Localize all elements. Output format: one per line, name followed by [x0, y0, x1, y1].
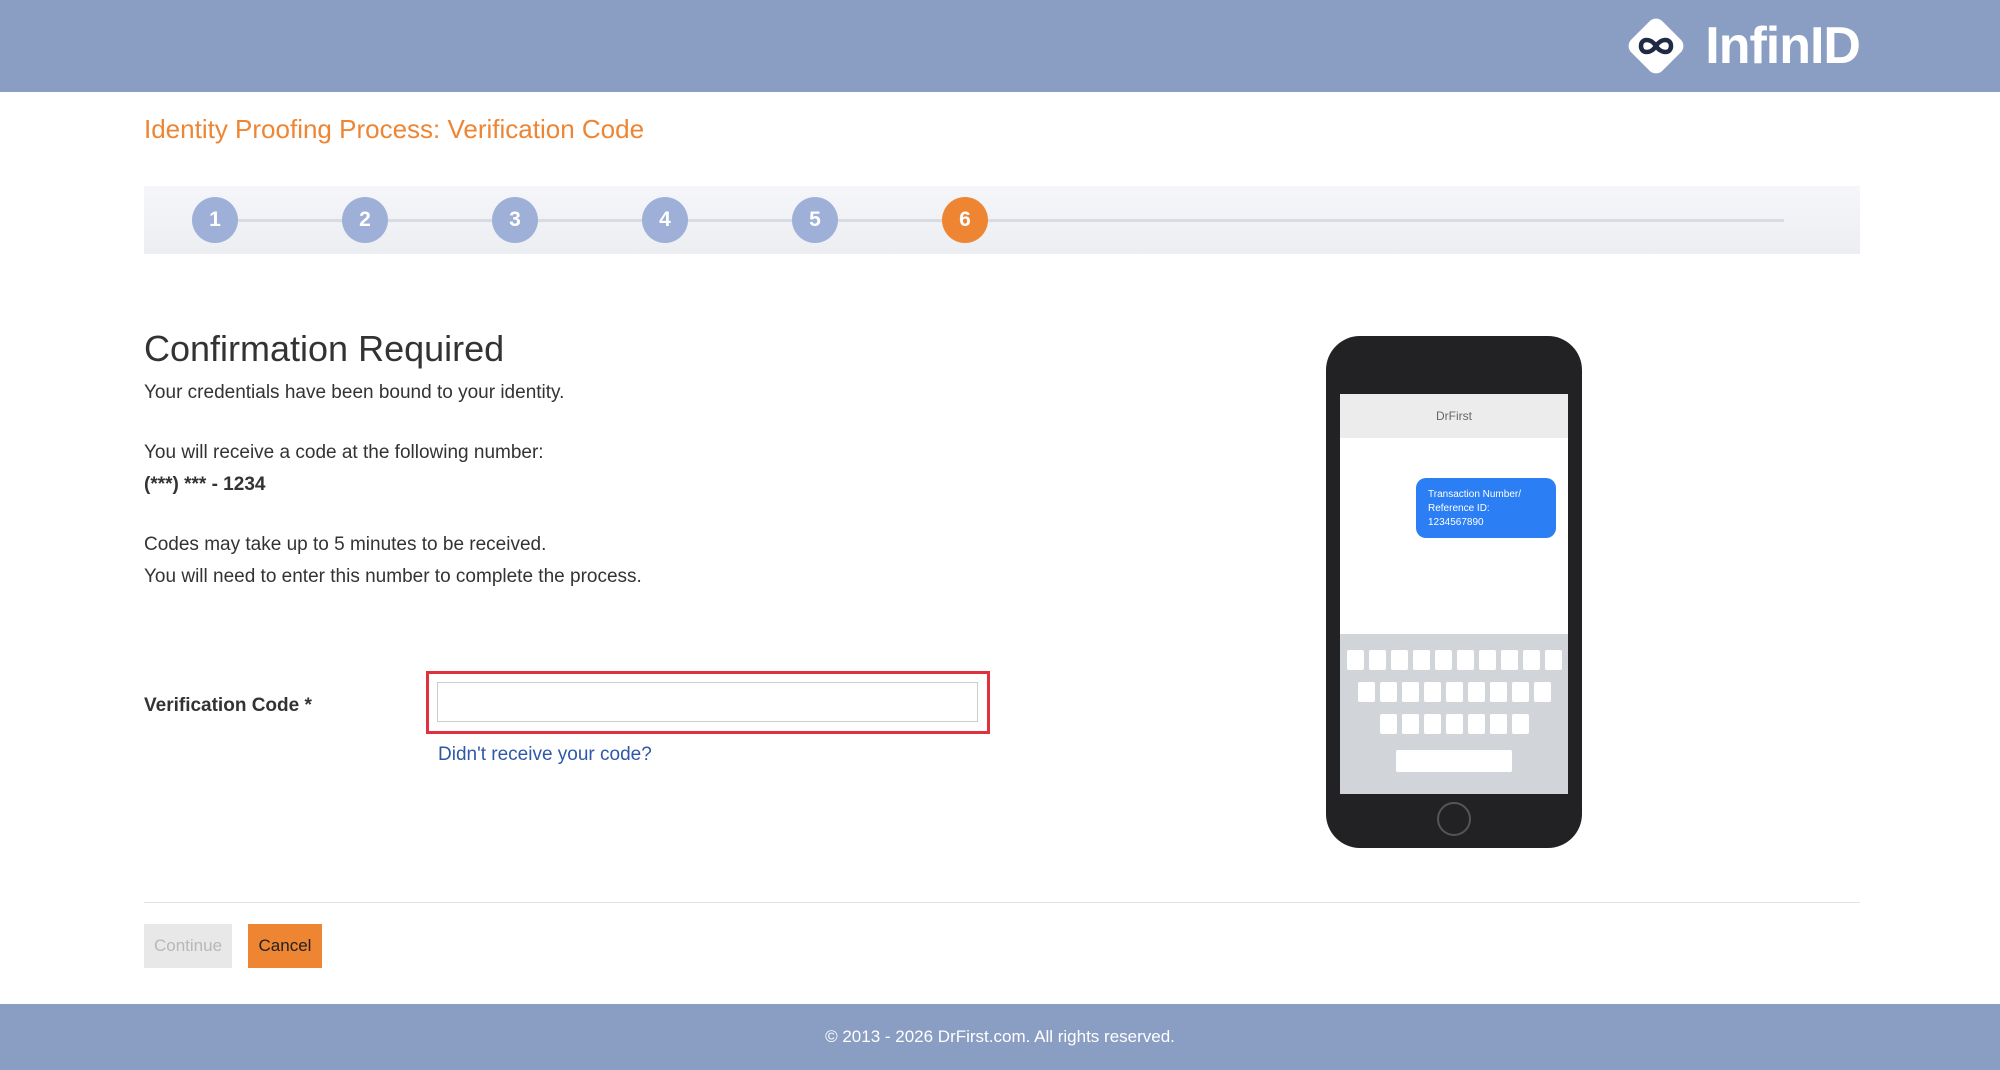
progress-stepper: 1 2 3 4 5 6	[144, 186, 1860, 254]
step-5: 5	[792, 197, 838, 243]
stepper-track	[214, 219, 1784, 222]
masked-phone-number: (***) *** - 1234	[144, 474, 266, 495]
phone-illustration: DrFirst Transaction Number/ Reference ID…	[1326, 336, 1582, 848]
keyboard-row-2	[1340, 682, 1568, 702]
verification-code-label: Verification Code *	[144, 695, 312, 716]
sms-message-bubble: Transaction Number/ Reference ID: 123456…	[1416, 478, 1556, 538]
sms-line-3: 1234567890	[1428, 517, 1484, 528]
verification-code-input[interactable]	[437, 682, 978, 722]
enter-number-text: You will need to enter this number to co…	[144, 566, 642, 587]
keyboard-row-3	[1340, 714, 1568, 734]
sms-line-1: Transaction Number/	[1428, 489, 1521, 500]
step-1: 1	[192, 197, 238, 243]
infinity-icon	[1621, 11, 1691, 81]
receive-code-text: You will receive a code at the following…	[144, 442, 544, 463]
credentials-bound-text: Your credentials have been bound to your…	[144, 382, 565, 403]
step-2: 2	[342, 197, 388, 243]
logo-text: InfinID	[1705, 17, 1861, 75]
keyboard-space-key	[1396, 750, 1512, 772]
delay-notice-text: Codes may take up to 5 minutes to be rec…	[144, 534, 547, 555]
copyright-text: © 2013 - 2026 DrFirst.com. All rights re…	[825, 1027, 1175, 1046]
phone-home-button	[1437, 802, 1471, 836]
phone-screen: DrFirst Transaction Number/ Reference ID…	[1340, 394, 1568, 794]
infinid-logo[interactable]: InfinID	[1621, 10, 1861, 82]
continue-button[interactable]: Continue	[144, 924, 232, 968]
top-bar: InfinID	[0, 0, 2000, 92]
phone-keyboard	[1340, 634, 1568, 794]
step-4: 4	[642, 197, 688, 243]
footer: © 2013 - 2026 DrFirst.com. All rights re…	[0, 1004, 2000, 1070]
resend-code-link[interactable]: Didn't receive your code?	[438, 744, 652, 766]
sms-sender-header: DrFirst	[1340, 394, 1568, 438]
page-title: Identity Proofing Process: Verification …	[144, 114, 645, 144]
keyboard-row-1	[1340, 650, 1568, 670]
step-6-active: 6	[942, 197, 988, 243]
cancel-button[interactable]: Cancel	[248, 924, 322, 968]
actions-divider	[144, 902, 1860, 903]
confirmation-heading: Confirmation Required	[144, 328, 505, 369]
step-3: 3	[492, 197, 538, 243]
sms-line-2: Reference ID:	[1428, 503, 1490, 514]
